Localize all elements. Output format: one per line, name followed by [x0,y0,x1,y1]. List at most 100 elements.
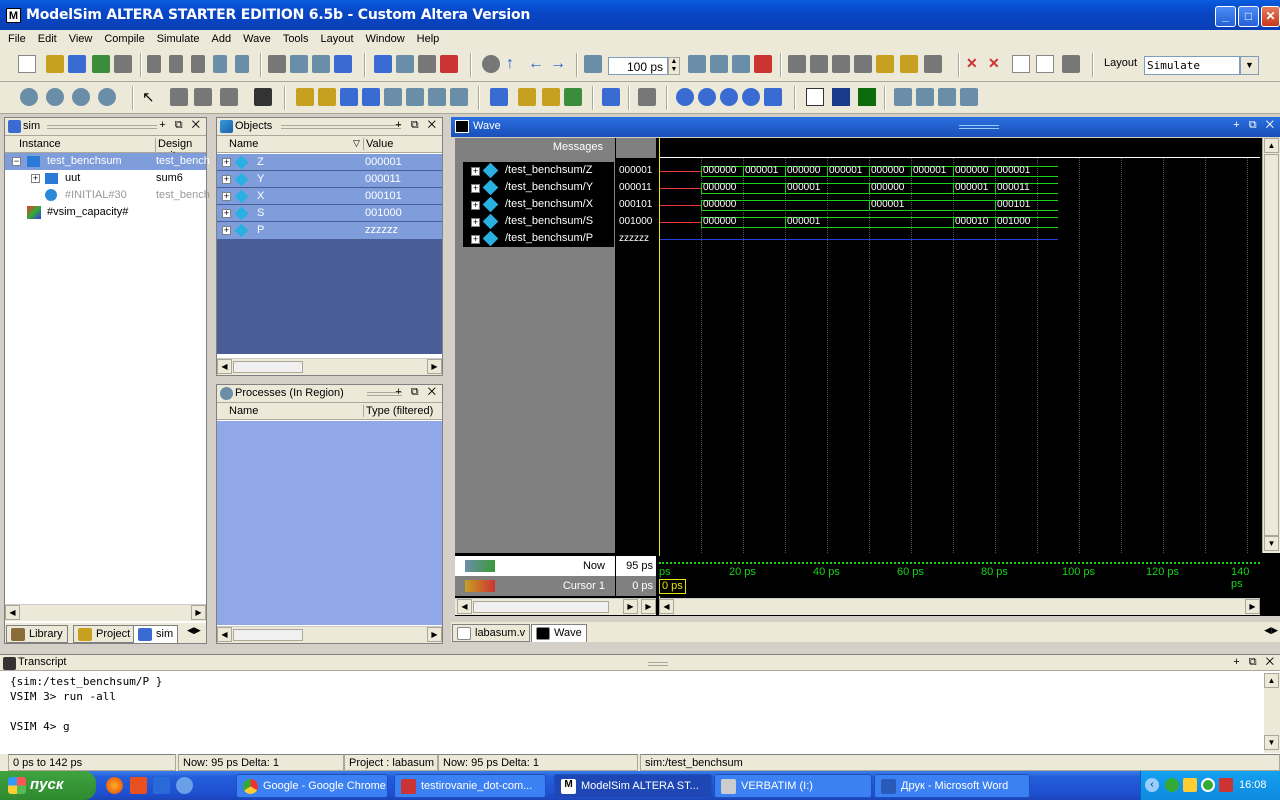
scroll-right-icon[interactable]: ▶ [641,599,656,614]
names-hscroll[interactable]: ◀ ▶ ▶ [455,598,656,615]
menu-wave[interactable]: Wave [235,30,275,45]
prev-edge-icon[interactable] [340,88,358,106]
menu-file[interactable]: File [0,30,30,45]
memory-icon[interactable] [900,55,918,73]
expand-icon[interactable]: + [222,209,231,218]
arrow-right-icon[interactable]: → [550,55,568,73]
layout-dropdown-icon[interactable]: ▼ [1240,56,1259,75]
tab-scroll-icon[interactable]: ◀▶ [1264,625,1278,636]
object-row[interactable]: + P zzzzzz [217,222,442,239]
highz-line[interactable] [659,239,1058,240]
delete-cursor-icon[interactable] [318,88,336,106]
find-icon[interactable] [268,55,286,73]
wave-format2-icon[interactable] [832,88,850,106]
scroll-down-icon[interactable]: ▼ [1264,735,1279,750]
gear3-icon[interactable] [72,88,90,106]
ie-icon[interactable] [176,777,193,794]
arrow-left-icon[interactable]: ← [528,55,546,73]
hierarchy-icon[interactable] [290,55,308,73]
menu-tools[interactable]: Tools [275,30,313,45]
continue-icon[interactable] [710,55,728,73]
tab-project[interactable]: Project [73,625,136,643]
tab-labasum[interactable]: labasum.v [452,624,531,642]
bus-segment[interactable]: 001000 [995,216,1058,228]
bus-segment[interactable]: 000000 [953,165,995,177]
tab-scroll-icon[interactable]: ◀▶ [187,625,201,636]
object-row[interactable]: + X 000101 [217,188,442,205]
page-icon[interactable] [1012,55,1030,73]
cut-icon[interactable] [147,55,161,73]
scroll-up-icon[interactable]: ▲ [1264,138,1279,153]
next-edge-icon[interactable] [362,88,380,106]
bus-segment[interactable]: 000000 [701,216,785,228]
taskbar-modelsim[interactable]: M ModelSim ALTERA ST... [554,774,712,798]
bookmark-icon[interactable] [490,88,508,106]
tree-row[interactable]: #INITIAL#30 test_bench [5,187,210,204]
now-icons[interactable] [465,560,495,572]
hierarchy2-icon[interactable] [312,55,330,73]
redo-icon[interactable] [235,55,249,73]
save-icon[interactable] [68,55,86,73]
firefox-icon[interactable] [106,777,123,794]
wave-grip[interactable] [959,125,999,129]
wave-hscroll[interactable]: ◀ ▶ [659,598,1260,615]
taskbar-chrome[interactable]: Google - Google Chrome [236,774,388,798]
bus-segment[interactable]: 000000 [869,182,953,194]
taskbar-word[interactable]: Друк - Microsoft Word [874,774,1030,798]
close-button[interactable]: ✕ [1261,6,1280,27]
bus-segment[interactable]: 000000 [701,182,785,194]
menu-view[interactable]: View [61,30,97,45]
pane-controls[interactable]: + ⧉ ✕ [395,386,439,399]
step-over-icon[interactable] [810,55,828,73]
scroll-left-icon[interactable]: ◀ [457,599,472,614]
scroll-right-icon[interactable]: ▶ [191,605,206,620]
scroll-thumb[interactable] [233,629,303,641]
scroll-left-icon[interactable]: ◀ [217,359,232,374]
object-row[interactable]: + S 001000 [217,205,442,222]
expand-icon[interactable]: + [222,175,231,184]
hand-icon[interactable] [924,55,942,73]
menu-compile[interactable]: Compile [96,30,148,45]
bus-segment[interactable]: 000001 [827,165,869,177]
wave-format1-icon[interactable] [806,88,824,106]
pane-controls[interactable]: + ⧉ ✕ [159,119,203,132]
compile-all-icon[interactable] [396,55,414,73]
kaspersky-icon[interactable] [130,777,147,794]
bus-segment[interactable]: 000001 [743,165,785,177]
new-file-icon[interactable] [18,55,36,73]
scroll-right-icon[interactable]: ▶ [427,359,442,374]
print-icon[interactable] [114,55,132,73]
expand-icon[interactable]: + [222,158,231,167]
open-folder-icon[interactable] [46,55,64,73]
scroll-down-icon[interactable]: ▼ [1264,536,1279,551]
menu-window[interactable]: Window [358,30,409,45]
zoom-full-icon[interactable] [720,88,738,106]
start-button[interactable]: пуск [0,771,96,800]
tray-icon-4[interactable] [1219,778,1233,792]
transcript-vscroll[interactable]: ▲ ▼ [1264,673,1280,753]
pan-icon[interactable] [194,88,212,106]
run-length-spinner[interactable]: ▲ ▼ [668,57,680,75]
waveform-canvas[interactable]: 000000 000001 000000 000001 000000 000001 0000… [659,158,1260,553]
taskbar-pdf[interactable]: testirovanie_dot-com... [394,774,546,798]
gear1-icon[interactable] [20,88,38,106]
reload-icon[interactable] [92,55,110,73]
edge2-icon[interactable] [406,88,424,106]
expand-icon[interactable]: + [31,174,40,183]
bus-segment[interactable]: 000001 [785,216,953,228]
app-icon[interactable] [153,777,170,794]
bus-segment[interactable]: 000101 [995,199,1058,211]
tray-icon-2[interactable] [1183,778,1197,792]
modelsim-app-icon[interactable]: M [6,8,21,23]
collapse-icon[interactable]: − [12,157,21,166]
edge3-icon[interactable] [428,88,446,106]
menu-help[interactable]: Help [409,30,444,45]
remove-icon[interactable]: ✕ [966,55,984,73]
arrow-up-icon[interactable]: ↑ [506,55,524,73]
wave-style1-icon[interactable] [894,88,912,106]
bookmark4-icon[interactable] [564,88,582,106]
scroll-thumb[interactable] [1264,154,1279,536]
remove-all-icon[interactable]: ✕ [988,55,1006,73]
break-icon[interactable] [440,55,458,73]
undo-icon[interactable] [213,55,227,73]
